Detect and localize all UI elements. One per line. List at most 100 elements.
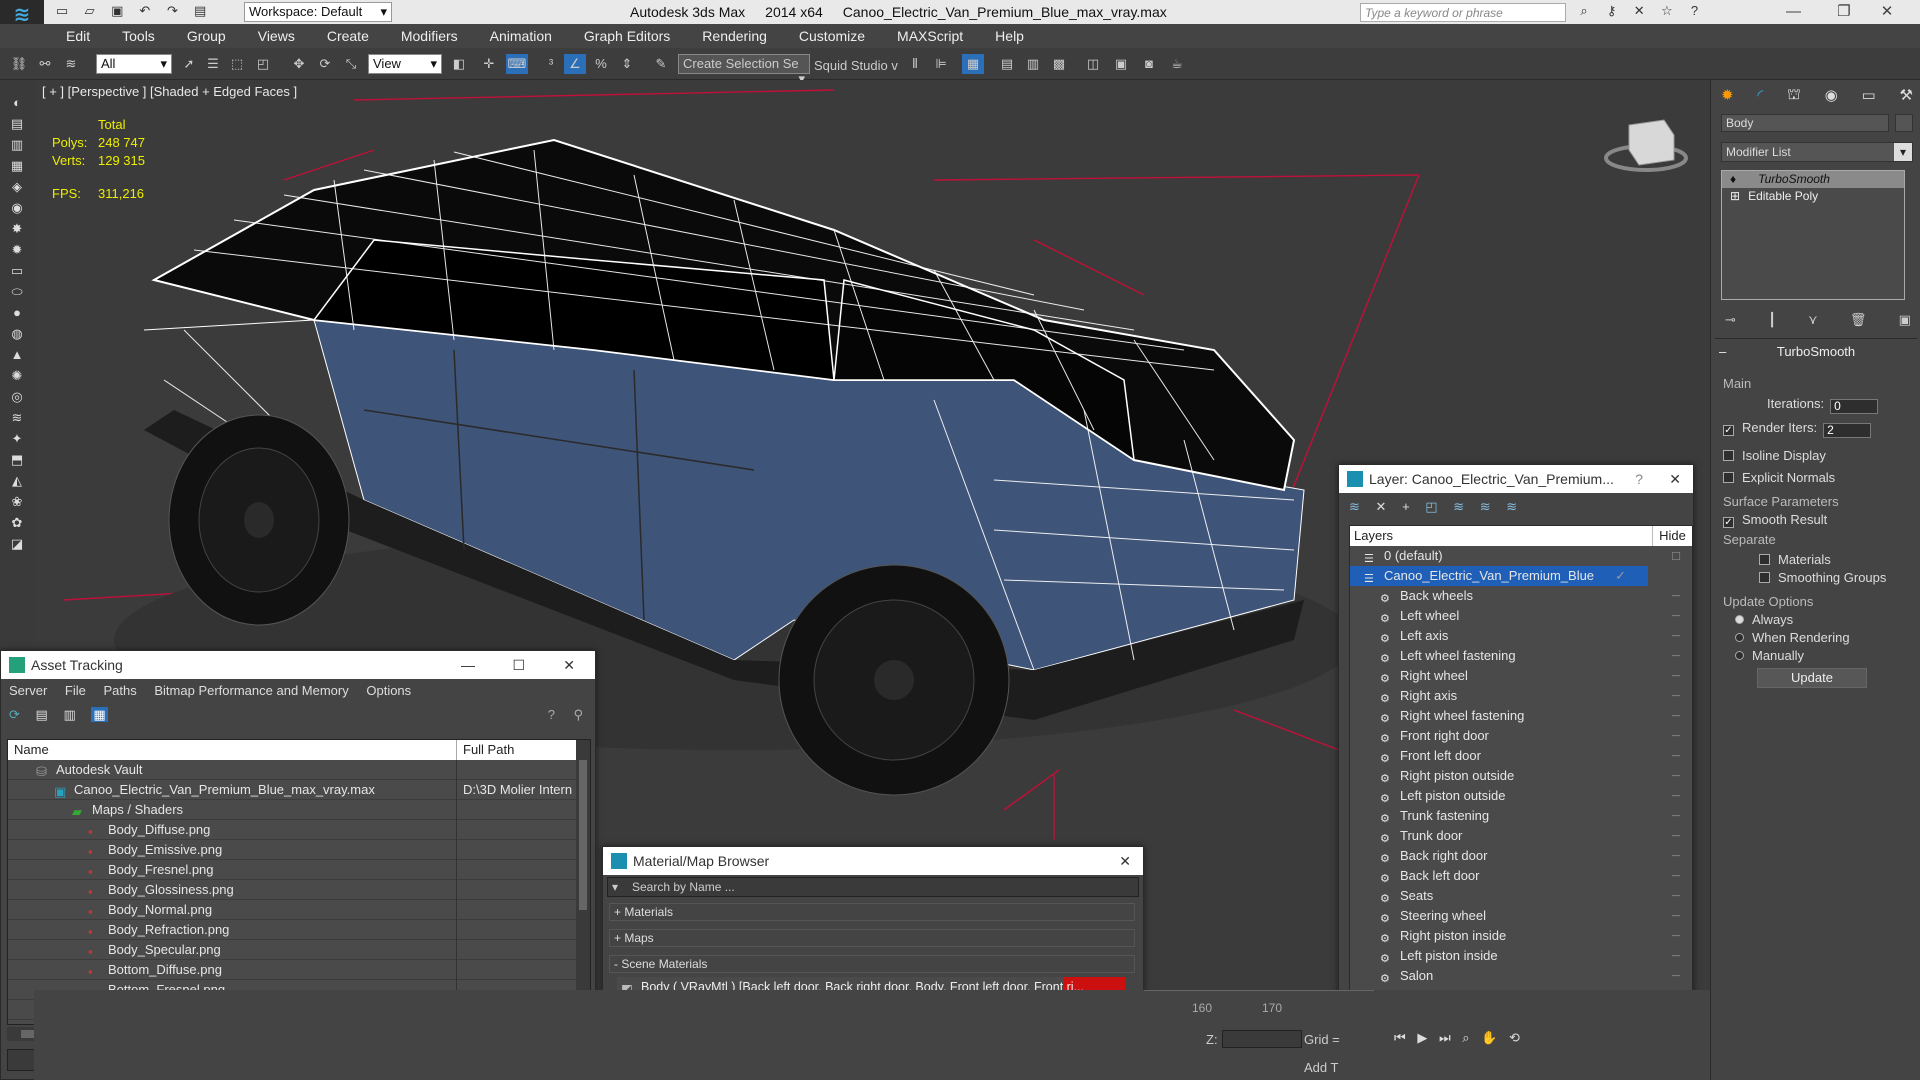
hide-toggle[interactable]: ┈ xyxy=(1672,886,1680,906)
asset-row[interactable]: ▪ Body_Glossiness.png xyxy=(8,880,590,900)
object-color-swatch[interactable] xyxy=(1895,114,1913,132)
pin-stack-icon[interactable]: ⊸ xyxy=(1725,312,1736,328)
hide-toggle[interactable]: ┈ xyxy=(1672,766,1680,786)
edit-named-selection-icon[interactable]: ✎ xyxy=(650,54,672,74)
materials-section-header[interactable]: + Materials xyxy=(609,903,1135,921)
hide-toggle[interactable]: ┈ xyxy=(1672,926,1680,946)
thumbnail-view-icon[interactable]: ▥ xyxy=(63,707,75,722)
rendered-frame-window-icon[interactable]: ▣ xyxy=(1110,54,1132,74)
hide-toggle[interactable]: ┈ xyxy=(1672,746,1680,766)
object-name-field[interactable]: Body xyxy=(1721,114,1889,132)
render-setup-icon[interactable]: ◫ xyxy=(1082,54,1104,74)
menu-server[interactable]: Server xyxy=(9,683,47,698)
remove-modifier-icon[interactable]: 🗑 xyxy=(1850,312,1867,328)
menu-bitmap-performance[interactable]: Bitmap Performance and Memory xyxy=(154,683,348,698)
select-by-name-icon[interactable]: ☰ xyxy=(202,54,224,74)
pivot-center-icon[interactable]: ◧ xyxy=(448,54,470,74)
stack-item-editable-poly[interactable]: ⊞ Editable Poly xyxy=(1722,188,1904,205)
rectangular-selection-icon[interactable]: ⬚ xyxy=(226,54,248,74)
smooth-result-checkbox[interactable]: ✓ xyxy=(1723,517,1734,528)
layer-row[interactable]: ⚙ Back wheels ┈ xyxy=(1350,586,1692,606)
hierarchy-tab-icon[interactable]: ⛫ xyxy=(1787,86,1801,108)
workspace-dropdown[interactable]: Workspace: Default ▾ xyxy=(244,2,392,22)
hide-column-header[interactable]: Hide xyxy=(1652,526,1692,546)
tool-icon[interactable]: ◐ xyxy=(8,92,26,113)
binoculars-icon[interactable]: ⌕ xyxy=(1575,3,1593,19)
menu-maxscript[interactable]: MAXScript xyxy=(897,28,963,44)
move-icon[interactable]: ✥ xyxy=(288,54,310,74)
tool-icon[interactable]: ▲ xyxy=(8,344,26,365)
materials-checkbox[interactable] xyxy=(1759,554,1770,565)
tool-icon[interactable]: ◎ xyxy=(8,386,26,407)
menu-edit[interactable]: Edit xyxy=(66,28,90,44)
hide-toggle[interactable]: ┈ xyxy=(1672,946,1680,966)
viewport-label[interactable]: [ + ] [Perspective ] [Shaded + Edged Fac… xyxy=(42,84,297,99)
menu-rendering[interactable]: Rendering xyxy=(702,28,767,44)
layer-row[interactable]: ⚙ Right wheel fastening ┈ xyxy=(1350,706,1692,726)
tool-icon[interactable]: ✸ xyxy=(8,218,26,239)
tool-icon[interactable]: ≋ xyxy=(8,407,26,428)
layer-row[interactable]: ⚙ Left wheel fastening ┈ xyxy=(1350,646,1692,666)
menu-views[interactable]: Views xyxy=(258,28,295,44)
angle-snap-icon[interactable]: ∠ xyxy=(564,54,586,74)
menu-paths[interactable]: Paths xyxy=(104,683,137,698)
asset-row[interactable]: ▣ Canoo_Electric_Van_Premium_Blue_max_vra… xyxy=(8,780,590,800)
key-icon[interactable]: ⚷ xyxy=(1603,3,1621,19)
layer-row[interactable]: ⚙ Left wheel ┈ xyxy=(1350,606,1692,626)
configure-modifier-sets-icon[interactable]: ▣ xyxy=(1899,312,1911,328)
scene-materials-section-header[interactable]: - Scene Materials xyxy=(609,955,1135,973)
hide-toggle[interactable]: ┈ xyxy=(1672,846,1680,866)
update-button[interactable]: Update xyxy=(1757,668,1867,688)
display-tab-icon[interactable]: ▭ xyxy=(1862,86,1876,108)
minimize-icon[interactable]: — xyxy=(461,651,475,679)
go-to-start-icon[interactable]: ⏮ xyxy=(1394,1030,1406,1045)
tool-icon[interactable]: ◍ xyxy=(8,323,26,344)
render-production-icon[interactable]: ☕ xyxy=(1166,54,1188,74)
maps-section-header[interactable]: + Maps xyxy=(609,929,1135,947)
layer-row[interactable]: ⚙ Salon ┈ xyxy=(1350,966,1692,986)
menu-customize[interactable]: Customize xyxy=(799,28,865,44)
scale-icon[interactable]: ⤡ xyxy=(340,54,362,74)
layer-row[interactable]: ⚙ Right axis ┈ xyxy=(1350,686,1692,706)
percent-snap-icon[interactable]: % xyxy=(590,54,612,74)
help-icon[interactable]: ? xyxy=(1635,465,1643,493)
asset-row[interactable]: ▪ Body_Normal.png xyxy=(8,900,590,920)
asset-row[interactable]: ▪ Bottom_Diffuse.png xyxy=(8,960,590,980)
tool-icon[interactable]: ▭ xyxy=(8,260,26,281)
layer-window-titlebar[interactable]: Layer: Canoo_Electric_Van_Premium...? ✕ xyxy=(1339,465,1693,493)
hide-toggle[interactable]: □ xyxy=(1672,546,1680,566)
project-folder-icon[interactable]: ▤ xyxy=(191,3,209,19)
layer-row[interactable]: ⚙ Seats ┈ xyxy=(1350,886,1692,906)
tool-icon[interactable]: ◪ xyxy=(8,533,26,554)
stack-item-turbosmooth[interactable]: ♦ TurboSmooth xyxy=(1722,171,1904,188)
link-icon[interactable]: ⛓ xyxy=(8,54,30,74)
next-frame-icon[interactable]: ⏭ xyxy=(1439,1030,1451,1045)
render-iters-spinner[interactable]: 2 xyxy=(1823,423,1872,438)
tool-icon[interactable]: ▤ xyxy=(8,113,26,134)
tool-icon[interactable]: ✺ xyxy=(8,365,26,386)
menu-modifiers[interactable]: Modifiers xyxy=(401,28,458,44)
asset-row[interactable]: ▰ Maps / Shaders xyxy=(8,800,590,820)
new-file-icon[interactable]: ▭ xyxy=(53,3,71,19)
tool-icon[interactable]: ◭ xyxy=(8,470,26,491)
hide-toggle[interactable]: ┈ xyxy=(1672,646,1680,666)
tool-icon[interactable]: ✦ xyxy=(8,428,26,449)
close-icon[interactable]: ✕ xyxy=(1119,847,1131,875)
layer-row[interactable]: ⚙ Trunk door ┈ xyxy=(1350,826,1692,846)
hide-toggle[interactable]: ┈ xyxy=(1672,626,1680,646)
hide-toggle[interactable]: ┈ xyxy=(1672,586,1680,606)
named-selection-set-dropdown[interactable]: Create Selection Se ▾ xyxy=(678,54,810,86)
menu-group[interactable]: Group xyxy=(187,28,226,44)
layer-row[interactable]: ⚙ Right piston outside ┈ xyxy=(1350,766,1692,786)
hide-toggle[interactable]: ┈ xyxy=(1672,606,1680,626)
layer-explorer-icon[interactable]: ▦ xyxy=(962,54,984,74)
hide-toggle[interactable]: ┈ xyxy=(1672,826,1680,846)
add-time-tag-label[interactable]: Add T xyxy=(1304,1060,1338,1075)
save-icon[interactable]: ▣ xyxy=(108,3,126,19)
tool-icon[interactable]: ✿ xyxy=(8,512,26,533)
add-to-layer-icon[interactable]: + xyxy=(1402,499,1410,514)
freeze-all-icon[interactable]: ≋ xyxy=(1506,499,1517,514)
new-layer-icon[interactable]: ≋ xyxy=(1349,499,1360,514)
layer-row[interactable]: ⚙ Front left door ┈ xyxy=(1350,746,1692,766)
hide-toggle[interactable]: ✓ xyxy=(1615,566,1626,586)
